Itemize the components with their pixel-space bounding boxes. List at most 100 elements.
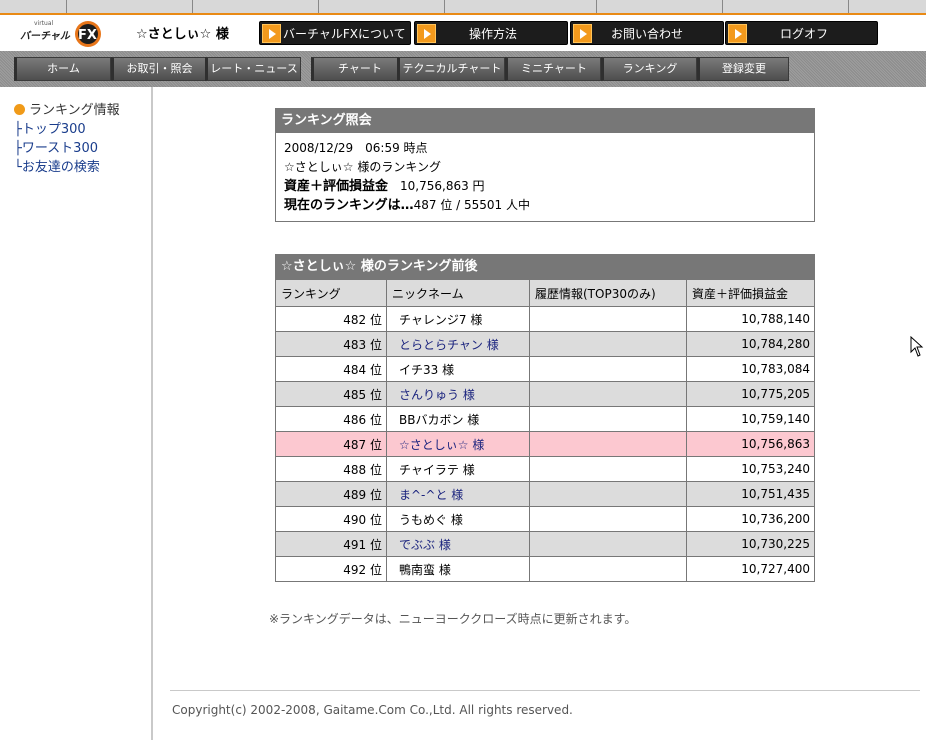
ranking-table: ランキング ニックネーム 履歴情報(TOP30のみ) 資産＋評価損益金 482 … — [275, 279, 815, 582]
rank-cell: 485 位 — [275, 381, 387, 407]
svg-text:virtual: virtual — [34, 20, 54, 27]
nickname-cell: チャイラテ 様 — [386, 456, 530, 482]
history-cell — [529, 456, 687, 482]
sidebar-item-top300[interactable]: ├トップ300 — [14, 118, 86, 137]
rank-cell: 488 位 — [275, 456, 387, 482]
table-row: 492 位鴨南蛮 様 10,727,400 — [275, 556, 815, 582]
ranking-datetime: 2008/12/29 06:59 時点 — [284, 141, 428, 155]
nickname-link[interactable]: でぶぶ 様 — [391, 538, 451, 552]
assets-cell: 10,756,863 — [686, 431, 815, 457]
nickname-cell: うもめぐ 様 — [386, 506, 530, 532]
ranking-inquiry-panel: ランキング照会 2008/12/29 06:59 時点 ☆さとしぃ☆ 様のランキ… — [275, 108, 815, 222]
tab-account-settings[interactable]: 登録変更 — [697, 57, 789, 81]
nickname-text: イチ33 様 — [399, 362, 455, 377]
play-arrow-icon — [573, 24, 592, 43]
svg-text:バーチャル: バーチャル — [20, 30, 71, 42]
tab-technical-chart[interactable]: テクニカルチャート — [397, 57, 505, 81]
nickname-cell: ☆さとしぃ☆ 様 — [386, 431, 530, 457]
nickname-cell: でぶぶ 様 — [386, 531, 530, 557]
assets-cell: 10,759,140 — [686, 406, 815, 432]
nickname-cell: BBバカボン 様 — [386, 406, 530, 432]
assets-cell: 10,751,435 — [686, 481, 815, 507]
nickname-cell: ま^-^と 様 — [386, 481, 530, 507]
nickname-cell: チャレンジ7 様 — [386, 306, 530, 332]
svg-text:FX: FX — [78, 28, 97, 43]
history-cell — [529, 506, 687, 532]
history-cell — [529, 356, 687, 382]
nickname-text: チャイラテ 様 — [399, 462, 475, 477]
tab-ranking[interactable]: ランキング — [601, 57, 697, 81]
copyright: Copyright(c) 2002-2008, Gaitame.Com Co.,… — [172, 703, 573, 717]
assets-cell: 10,784,280 — [686, 331, 815, 357]
nickname-link[interactable]: とらとらチャン 様 — [391, 338, 499, 352]
assets-cell: 10,730,225 — [686, 531, 815, 557]
nickname-link[interactable]: ☆さとしぃ☆ 様 — [391, 438, 484, 452]
assets-cell: 10,775,205 — [686, 381, 815, 407]
nickname-cell: イチ33 様 — [386, 356, 530, 382]
sidebar: ランキング情報 ├トップ300 ├ワースト300 └お友達の検索 — [0, 87, 153, 740]
play-arrow-icon — [262, 24, 281, 43]
nickname-link[interactable]: さんりゅう 様 — [391, 388, 475, 402]
rank-cell: 487 位 — [275, 431, 387, 457]
history-cell — [529, 306, 687, 332]
sidebar-title: ランキング情報 — [14, 99, 120, 118]
table-row: 491 位でぶぶ 様 10,730,225 — [275, 531, 815, 557]
assets-cell: 10,788,140 — [686, 306, 815, 332]
column-header: ニックネーム — [386, 279, 530, 307]
sidebar-item-friend-search[interactable]: └お友達の検索 — [14, 156, 100, 175]
table-row: 484 位イチ33 様 10,783,084 — [275, 356, 815, 382]
rank-cell: 489 位 — [275, 481, 387, 507]
update-note: ※ランキングデータは、ニューヨーククローズ時点に更新されます。 — [269, 612, 637, 626]
assets-value: 10,756,863 円 — [400, 179, 485, 193]
orange-bullet-icon — [14, 104, 25, 115]
history-cell — [529, 406, 687, 432]
rank-cell: 483 位 — [275, 331, 387, 357]
nickname-text: うもめぐ 様 — [399, 512, 463, 527]
tab-mini-chart[interactable]: ミニチャート — [505, 57, 601, 81]
rank-cell: 484 位 — [275, 356, 387, 382]
history-cell — [529, 381, 687, 407]
table-row: 490 位うもめぐ 様 10,736,200 — [275, 506, 815, 532]
rank-cell: 491 位 — [275, 531, 387, 557]
column-header: ランキング — [275, 279, 387, 307]
panel-title: ☆さとしぃ☆ 様のランキング前後 — [275, 254, 815, 279]
panel-title: ランキング照会 — [275, 108, 815, 133]
ranking-owner: ☆さとしぃ☆ 様のランキング — [284, 160, 441, 174]
tab-rates-news[interactable]: レート・ニュース — [205, 57, 301, 81]
history-cell — [529, 556, 687, 582]
nickname-cell: とらとらチャン 様 — [386, 331, 530, 357]
rank-value: 487 位 / 55501 人中 — [413, 198, 531, 212]
nickname-text: チャレンジ7 様 — [399, 312, 483, 327]
assets-cell: 10,736,200 — [686, 506, 815, 532]
virtual-fx-logo[interactable]: virtual バーチャル FX — [20, 18, 102, 48]
user-name: ☆さとしぃ☆ 様 — [136, 27, 229, 42]
table-row: 489 位ま^-^と 様 10,751,435 — [275, 481, 815, 507]
tab-chart[interactable]: チャート — [311, 57, 407, 81]
rank-cell: 486 位 — [275, 406, 387, 432]
about-virtual-fx-button[interactable]: バーチャルFXについて — [259, 21, 411, 45]
history-cell — [529, 331, 687, 357]
ranking-neighbors-panel: ☆さとしぃ☆ 様のランキング前後 ランキング ニックネーム 履歴情報(TOP30… — [275, 254, 815, 582]
table-row: 483 位とらとらチャン 様 10,784,280 — [275, 331, 815, 357]
rank-label: 現在のランキングは… — [284, 198, 414, 213]
play-arrow-icon — [417, 24, 436, 43]
how-to-use-button[interactable]: 操作方法 — [414, 21, 568, 45]
nickname-link[interactable]: ま^-^と 様 — [391, 488, 463, 502]
table-row: 482 位チャレンジ7 様 10,788,140 — [275, 306, 815, 332]
tab-trade-inquiry[interactable]: お取引・照会 — [111, 57, 206, 81]
sidebar-item-worst300[interactable]: ├ワースト300 — [14, 137, 98, 156]
footer-divider — [170, 690, 920, 691]
logoff-button[interactable]: ログオフ — [725, 21, 878, 45]
rank-cell: 490 位 — [275, 506, 387, 532]
nickname-text: BBバカボン 様 — [399, 412, 480, 427]
assets-label: 資産＋評価損益金 — [284, 179, 389, 194]
history-cell — [529, 431, 687, 457]
contact-button[interactable]: お問い合わせ — [570, 21, 724, 45]
history-cell — [529, 481, 687, 507]
table-row: 485 位さんりゅう 様 10,775,205 — [275, 381, 815, 407]
table-row: 486 位 BBバカボン 様 10,759,140 — [275, 406, 815, 432]
assets-cell: 10,753,240 — [686, 456, 815, 482]
site-header: virtual バーチャル FX ☆さとしぃ☆ 様 バーチャルFXについて 操作… — [0, 15, 926, 51]
tab-home[interactable]: ホーム — [14, 57, 111, 81]
assets-cell: 10,783,084 — [686, 356, 815, 382]
